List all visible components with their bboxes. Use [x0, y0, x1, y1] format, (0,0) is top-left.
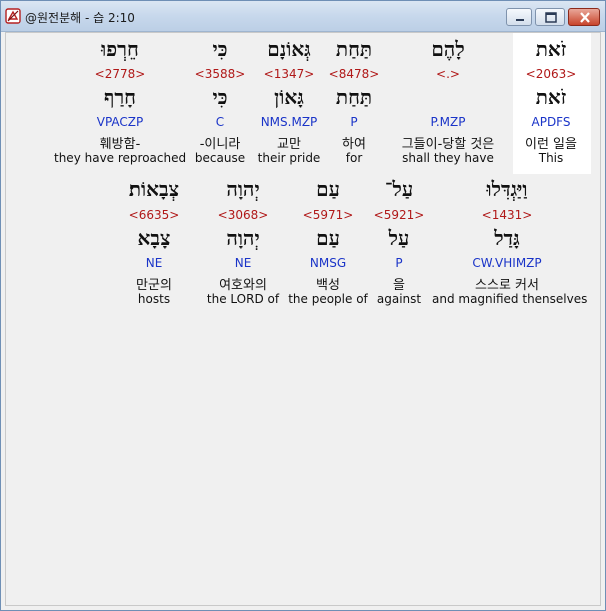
strong-number[interactable]: <5971>	[288, 208, 368, 222]
strong-number[interactable]: <5921>	[368, 208, 430, 222]
english-gloss: shall they have	[402, 151, 494, 165]
korean-gloss: 교만	[277, 137, 301, 152]
hebrew-word: וַיַּגְדִּלוּ	[486, 177, 528, 201]
word-cell[interactable]: וַיַּגְדִּלוּ <1431> גָּדַל CW.VHIMZP 스스…	[432, 177, 588, 317]
hebrew-lemma: תַּחַת	[335, 85, 373, 109]
korean-gloss: 을	[393, 278, 405, 293]
maximize-button[interactable]	[535, 8, 565, 26]
hebrew-word: תַּחַת	[335, 37, 373, 61]
minimize-icon	[516, 19, 524, 21]
hebrew-word: זֹאת	[535, 37, 567, 61]
word-cell[interactable]: עַם <5971> עַם NMSG 백성 the people of	[288, 177, 368, 317]
hebrew-word: עַל־	[384, 177, 414, 201]
hebrew-lemma: יְהוָה	[226, 226, 260, 250]
hebrew-word: כִּי	[212, 37, 228, 61]
morph-code: CW.VHIMZP	[472, 256, 542, 270]
hebrew-lemma: צָבָא	[137, 226, 171, 250]
morph-code: C	[215, 115, 225, 129]
strong-number[interactable]: <6635>	[114, 208, 194, 222]
korean-gloss: 이런 일을	[525, 137, 577, 152]
close-icon	[580, 12, 590, 23]
maximize-icon	[545, 12, 557, 23]
korean-gloss: 훼방함-	[99, 137, 141, 152]
hebrew-lemma: עַל	[388, 226, 410, 250]
hebrew-lemma: גָּאוֹן	[274, 85, 304, 109]
app-window: @원전분해 - 습 2:10 זֹאת <2063> זֹאת APDFS 이런…	[0, 0, 606, 611]
word-cell[interactable]: עַל־ <5921> עַל P 을 against	[368, 177, 430, 317]
word-cell[interactable]: צְבָאוֹת׃ <6635> צָבָא NE 만군의 hosts	[114, 177, 194, 317]
english-gloss: they have reproached	[54, 151, 187, 165]
word-cell[interactable]: יְהוָה <3068> יְהוָה NE 여호와의 the LORD of	[202, 177, 284, 317]
morph-code: NMS.MZP	[260, 115, 318, 129]
english-gloss: and magnified thenselves	[432, 292, 588, 306]
korean-gloss: 백성	[316, 278, 340, 293]
english-gloss: the LORD of	[206, 292, 280, 306]
english-gloss: hosts	[137, 292, 171, 306]
word-cell[interactable]: תַּחַת <8478> תַּחַת P 하여 for	[324, 33, 384, 173]
word-cell[interactable]: גְּאוֹנָם <1347> גָּאוֹן NMS.MZP 교만 thei…	[256, 33, 322, 173]
hebrew-lemma: גָּדַל	[494, 226, 520, 250]
app-icon	[5, 8, 21, 24]
hebrew-word: גְּאוֹנָם	[267, 37, 311, 61]
strong-number[interactable]: <1347>	[256, 67, 322, 81]
title-bar[interactable]: @원전분해 - 습 2:10	[1, 1, 605, 32]
morph-code: P.MZP	[430, 115, 466, 129]
korean-gloss: 스스로 커서	[475, 278, 539, 293]
morph-code: NE	[145, 256, 163, 270]
word-cell[interactable]: לָהֶם <.> P.MZP 그들이-당할 것은 shall they hav…	[384, 33, 512, 173]
english-gloss: against	[376, 292, 422, 306]
english-gloss: the people of	[288, 292, 368, 306]
word-cell[interactable]: חֵרְפוּ <2778> חָרַף VPACZP 훼방함- they ha…	[54, 33, 186, 173]
word-cell[interactable]: כִּי <3588> כִּי C -이니라 because	[190, 33, 250, 173]
hebrew-word: חֵרְפוּ	[101, 37, 139, 61]
strong-number[interactable]: <3588>	[190, 67, 250, 81]
morph-code: NMSG	[309, 256, 347, 270]
hebrew-lemma: זֹאת	[535, 85, 567, 109]
hebrew-word: יְהוָה	[226, 177, 260, 201]
strong-number[interactable]: <2063>	[511, 67, 591, 81]
hebrew-word: צְבָאוֹת׃	[128, 177, 180, 201]
english-gloss: their pride	[257, 151, 321, 165]
english-gloss: for	[345, 151, 363, 165]
korean-gloss: 여호와의	[219, 278, 267, 293]
morph-code: P	[395, 256, 403, 270]
word-cell[interactable]: זֹאת <2063> זֹאת APDFS 이런 일을 This	[511, 33, 591, 173]
strong-number[interactable]: <8478>	[324, 67, 384, 81]
hebrew-lemma: חָרַף	[103, 85, 137, 109]
english-gloss: because	[194, 151, 246, 165]
strong-number[interactable]: <.>	[384, 67, 512, 81]
content-area: זֹאת <2063> זֹאת APDFS 이런 일을 This לָהֶם …	[5, 32, 601, 606]
strong-number[interactable]: <2778>	[54, 67, 186, 81]
strong-number[interactable]: <1431>	[432, 208, 582, 222]
strong-number[interactable]: <3068>	[202, 208, 284, 222]
morph-code: APDFS	[531, 115, 571, 129]
morph-code: VPACZP	[96, 115, 144, 129]
morph-code: P	[350, 115, 358, 129]
hebrew-lemma: כִּי	[212, 85, 228, 109]
korean-gloss: 하여	[342, 137, 366, 152]
hebrew-word: עַם	[316, 177, 340, 201]
close-button[interactable]	[568, 8, 600, 26]
window-title: @원전분해 - 습 2:10	[25, 11, 135, 25]
morph-code: NE	[234, 256, 252, 270]
english-gloss: This	[538, 151, 564, 165]
minimize-button[interactable]	[506, 8, 532, 26]
korean-gloss: -이니라	[199, 137, 241, 152]
korean-gloss: 만군의	[136, 278, 172, 293]
korean-gloss: 그들이-당할 것은	[401, 137, 495, 152]
hebrew-lemma: עַם	[316, 226, 340, 250]
hebrew-word: לָהֶם	[431, 37, 465, 61]
